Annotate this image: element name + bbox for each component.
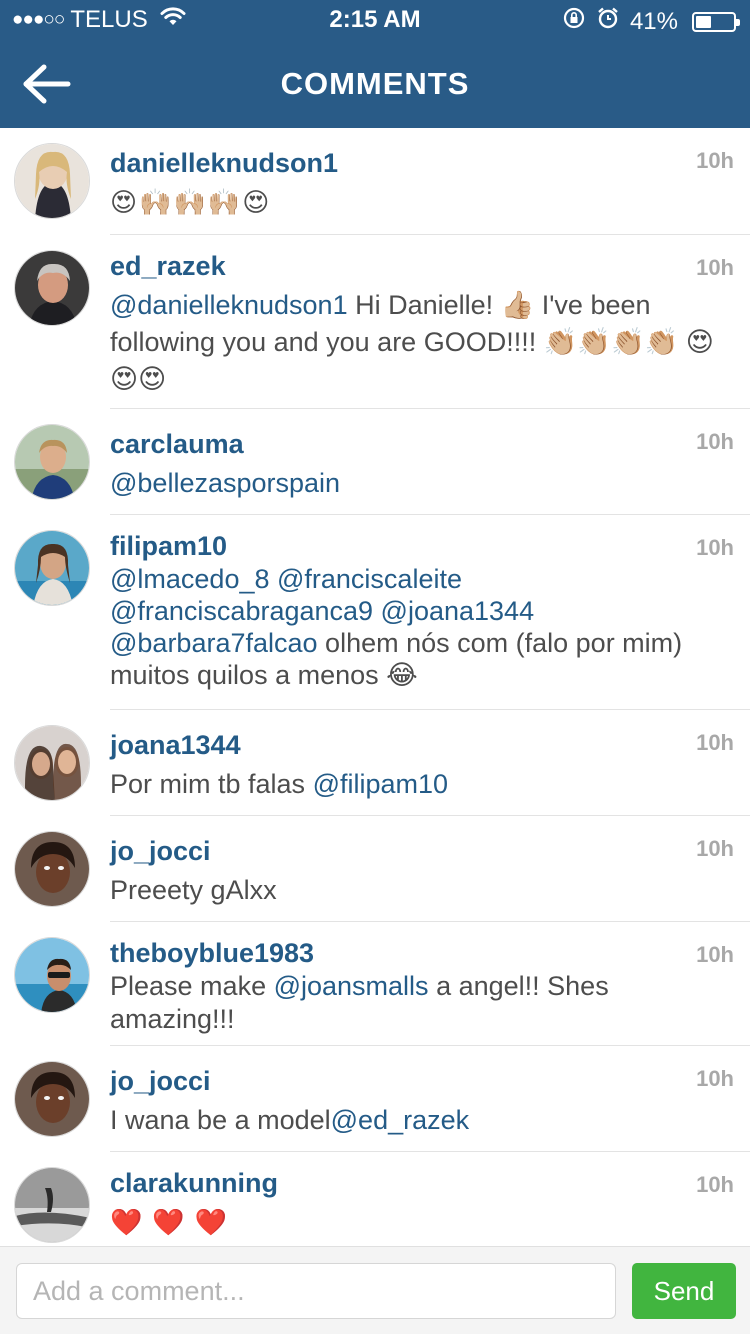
comment-username[interactable]: theboyblue1983 bbox=[110, 938, 314, 969]
comment-text: @bellezasporspain bbox=[110, 465, 730, 502]
battery-percent: 41% bbox=[629, 7, 678, 35]
comment-input-bar: Send bbox=[0, 1246, 750, 1334]
comment-username[interactable]: danielleknudson1 bbox=[110, 148, 338, 179]
comment-time: 10h bbox=[696, 148, 734, 173]
comment-emoji: ❤️❤️❤️ bbox=[110, 1207, 238, 1237]
alarm-icon bbox=[596, 6, 620, 37]
comment-item: jo_jocci 10h Preeety gAlxx bbox=[0, 816, 750, 922]
status-bar: ●●●○○ TELUS 2:15 AM 41% bbox=[0, 0, 750, 40]
comment-input[interactable] bbox=[16, 1263, 616, 1319]
mention-link[interactable]: @ed_razek bbox=[331, 1105, 469, 1135]
comment-username[interactable]: ed_razek bbox=[110, 251, 226, 282]
mention-link[interactable]: @bellezasporspain bbox=[110, 468, 340, 498]
avatar[interactable] bbox=[14, 143, 90, 219]
comment-time: 10h bbox=[696, 1066, 734, 1091]
comment-item: danielleknudson1 10h 😍🙌🏼🙌🏼🙌🏼😍 bbox=[0, 128, 750, 235]
comments-list[interactable]: danielleknudson1 10h 😍🙌🏼🙌🏼🙌🏼😍 ed_razek 1… bbox=[0, 128, 750, 1246]
avatar[interactable] bbox=[14, 831, 90, 907]
header-bar: COMMENTS bbox=[0, 40, 750, 128]
comment-username[interactable]: jo_jocci bbox=[110, 836, 211, 867]
comment-plain-text: I wana be a model bbox=[110, 1105, 331, 1135]
comment-item: clarakunning 10h ❤️❤️❤️ bbox=[0, 1152, 750, 1246]
avatar[interactable] bbox=[14, 530, 90, 606]
avatar[interactable] bbox=[14, 1061, 90, 1137]
comment-text: ❤️❤️❤️ bbox=[110, 1204, 730, 1241]
avatar[interactable] bbox=[14, 1167, 90, 1243]
comment-text: I wana be a model@ed_razek bbox=[110, 1102, 730, 1139]
comment-time: 10h bbox=[696, 255, 734, 280]
comment-username[interactable]: filipam10 bbox=[110, 531, 227, 562]
comment-text: Preeety gAlxx bbox=[110, 872, 730, 909]
avatar[interactable] bbox=[14, 250, 90, 326]
comment-time: 10h bbox=[696, 1172, 734, 1197]
comment-time: 10h bbox=[696, 942, 734, 967]
battery-level-fill bbox=[696, 15, 711, 28]
comment-text: Por mim tb falas @filipam10 bbox=[110, 766, 730, 803]
page-title: COMMENTS bbox=[280, 66, 470, 101]
comment-text: 😍🙌🏼🙌🏼🙌🏼😍 bbox=[110, 184, 730, 221]
comment-time: 10h bbox=[696, 730, 734, 755]
comment-username[interactable]: clarakunning bbox=[110, 1168, 278, 1199]
comment-username[interactable]: joana1344 bbox=[110, 730, 241, 761]
rotation-lock-icon bbox=[562, 6, 586, 37]
comment-item: jo_jocci 10h I wana be a model@ed_razek bbox=[0, 1046, 750, 1152]
comment-time: 10h bbox=[696, 836, 734, 861]
comment-username[interactable]: jo_jocci bbox=[110, 1066, 211, 1097]
comment-item: joana1344 10h Por mim tb falas @filipam1… bbox=[0, 710, 750, 816]
mention-link[interactable]: @filipam10 bbox=[313, 769, 448, 799]
avatar[interactable] bbox=[14, 725, 90, 801]
comment-username[interactable]: carclauma bbox=[110, 429, 244, 460]
comment-item: carclauma 10h @bellezasporspain bbox=[0, 409, 750, 515]
comment-body-ed: @danielleknudson1 Hi Danielle! 👍🏼 I've b… bbox=[110, 287, 730, 398]
comment-plain-text: Por mim tb falas bbox=[110, 769, 313, 799]
comment-time: 10h bbox=[696, 429, 734, 454]
comment-item: ed_razek 10h @danielleknudson1 Hi Daniel… bbox=[0, 235, 750, 409]
send-button[interactable]: Send bbox=[632, 1263, 736, 1319]
battery-icon bbox=[692, 11, 740, 32]
comment-text: Please make @joansmalls a angel!! Shes a… bbox=[110, 970, 730, 1036]
mention-link[interactable]: @danielleknudson1 bbox=[110, 290, 348, 320]
comment-plain-text: Please make bbox=[110, 971, 274, 1001]
comment-plain-text: Preeety gAlxx bbox=[110, 875, 277, 905]
comment-time: 10h bbox=[696, 535, 734, 560]
mention-link[interactable]: @joansmalls bbox=[274, 971, 429, 1001]
comment-emoji: 😍🙌🏼🙌🏼🙌🏼😍 bbox=[110, 187, 272, 217]
avatar[interactable] bbox=[14, 424, 90, 500]
comment-text: @lmacedo_8 @franciscaleite @franciscabra… bbox=[110, 563, 730, 691]
comment-item: theboyblue1983 10h Please make @joansmal… bbox=[0, 922, 750, 1046]
avatar[interactable] bbox=[14, 937, 90, 1013]
comment-item: filipam10 10h @lmacedo_8 @franciscaleite… bbox=[0, 515, 750, 710]
